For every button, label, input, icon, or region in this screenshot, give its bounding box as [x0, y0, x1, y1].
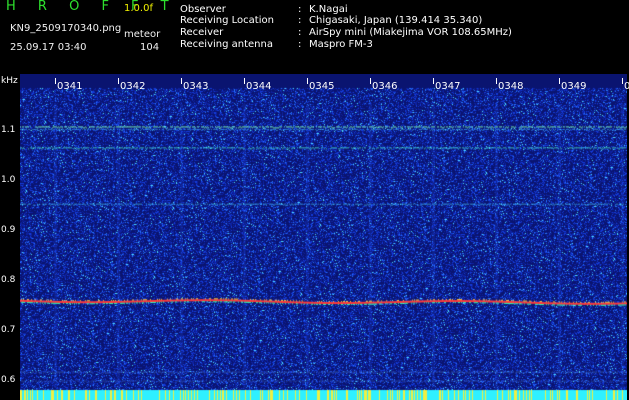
- x-tick: [118, 78, 119, 84]
- x-tick-label: 0350: [624, 81, 629, 92]
- receiver-sep: :: [298, 27, 302, 38]
- date-time: 25.09.17 03:40: [10, 42, 87, 53]
- x-tick-label: 0348: [498, 81, 524, 92]
- x-tick-label: 0346: [372, 81, 398, 92]
- spectrogram-canvas: [20, 74, 627, 400]
- x-tick-label: 0349: [561, 81, 587, 92]
- x-tick: [55, 78, 56, 84]
- count-value: 104: [140, 42, 160, 53]
- header-panel: H R O F F T 1.0.0f KN9_2509170340.png me…: [0, 0, 629, 74]
- y-tick-label: 0.6: [1, 374, 16, 385]
- receiver-value: AirSpy mini (Miakejima VOR 108.65MHz): [309, 27, 512, 38]
- x-tick: [559, 78, 560, 84]
- x-tick-label: 0343: [183, 81, 209, 92]
- y-tick-label: 1.1: [1, 125, 16, 136]
- y-axis-unit: kHz: [1, 76, 18, 86]
- x-tick: [433, 78, 434, 84]
- x-tick: [307, 78, 308, 84]
- antenna-sep: :: [298, 39, 302, 50]
- location-value: Chigasaki, Japan (139.414 35.340): [309, 15, 483, 26]
- location-sep: :: [298, 15, 302, 26]
- y-tick-label: 0.8: [1, 274, 16, 285]
- x-tick-label: 0342: [120, 81, 146, 92]
- x-tick-label: 0347: [435, 81, 461, 92]
- antenna-label: Receiving antenna: [180, 39, 273, 50]
- x-tick: [244, 78, 245, 84]
- antenna-value: Maspro FM-3: [309, 39, 373, 50]
- x-tick: [181, 78, 182, 84]
- y-tick-label: 0.9: [1, 225, 16, 236]
- station-tag: meteor: [124, 29, 161, 40]
- file-name: KN9_2509170340.png: [10, 23, 122, 34]
- x-tick: [622, 78, 623, 84]
- y-tick-label: 0.7: [1, 324, 16, 335]
- x-tick-label: 0344: [246, 81, 272, 92]
- x-tick-label: 0341: [57, 81, 83, 92]
- spectrogram-panel: [20, 74, 627, 400]
- y-tick-label: 1.0: [1, 175, 16, 186]
- receiver-label: Receiver: [180, 27, 224, 38]
- location-label: Receiving Location: [180, 15, 274, 26]
- x-tick: [496, 78, 497, 84]
- x-tick-label: 0345: [309, 81, 335, 92]
- x-tick: [370, 78, 371, 84]
- app-version: 1.0.0f: [124, 3, 153, 14]
